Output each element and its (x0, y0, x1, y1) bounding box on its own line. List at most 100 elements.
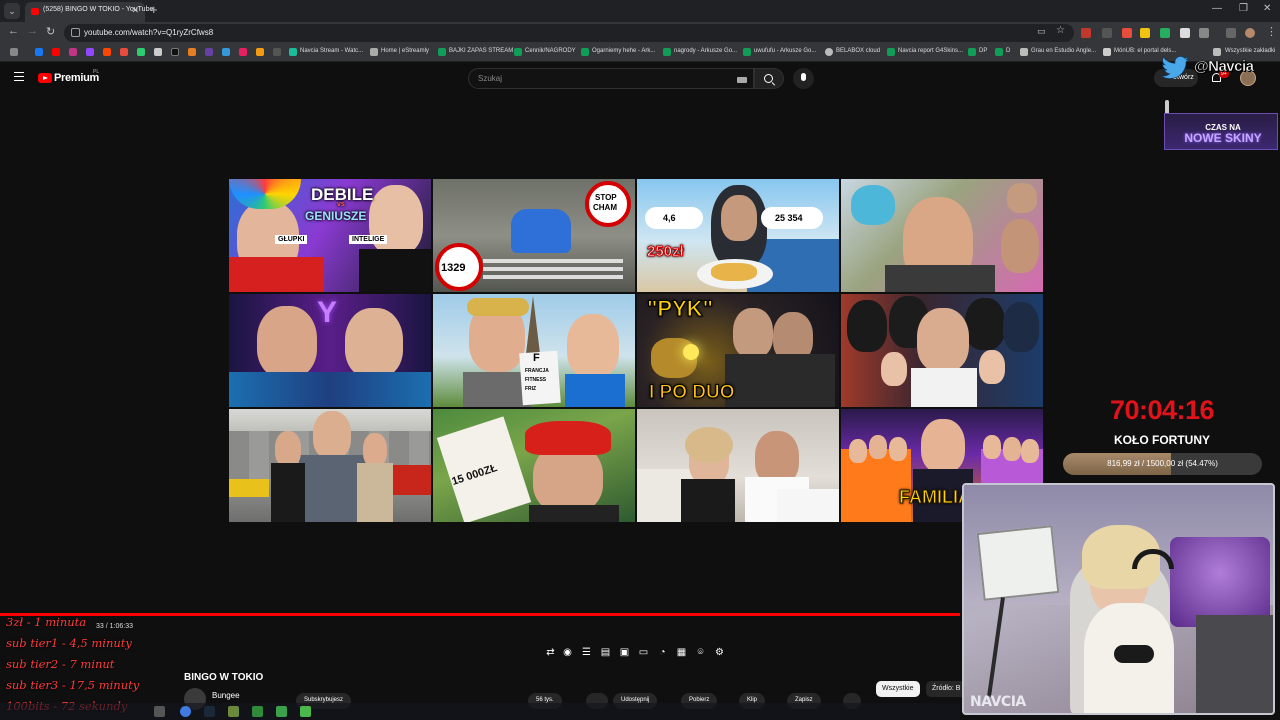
sheets-icon (581, 48, 589, 56)
apps-icon[interactable] (10, 48, 18, 56)
bookmark-link[interactable]: Grau en Estudio Angle... (1031, 48, 1096, 54)
bookmark-icon[interactable] (86, 48, 94, 56)
bookmark-icon[interactable] (120, 48, 128, 56)
bookmark-icon[interactable] (69, 48, 77, 56)
address-bar[interactable]: youtube.com/watch?v=Q1ryZrCfws8 ▭ ☆ (64, 24, 1074, 42)
bookmark-icon[interactable] (256, 48, 264, 56)
extension-icon[interactable] (1140, 28, 1150, 38)
bookmark-link[interactable]: Ogarniemy hehe - Ark... (592, 48, 655, 54)
video-thumbnail[interactable] (841, 294, 1043, 407)
keyboard-icon[interactable] (737, 77, 747, 83)
region-code: PL (93, 69, 100, 75)
sidebar-icon[interactable] (1226, 28, 1236, 38)
video-thumbnail[interactable]: 4,6 25 354 250zł (637, 179, 839, 292)
video-progress-bar[interactable] (0, 613, 960, 616)
tab-close-icon[interactable]: ✕ (131, 5, 139, 16)
cast-icon[interactable]: ▭ (1037, 26, 1046, 37)
video-thumbnail[interactable]: 15 000ZŁ (433, 409, 635, 522)
bookmark-link[interactable]: BAJKI ZAPAS STREAM (449, 48, 513, 54)
bookmark-link[interactable]: DP (979, 48, 987, 54)
bookmark-icon[interactable] (171, 48, 179, 56)
video-thumbnail[interactable]: F FRANCJA FITNESS FRIZ (433, 294, 635, 407)
close-window-icon[interactable]: ✕ (1263, 3, 1271, 14)
bookmark-link[interactable]: Cennik/NAGRODY (525, 48, 576, 54)
search-placeholder: Szukaj (478, 74, 503, 83)
settings-gear-icon[interactable]: ⚙ (713, 647, 726, 659)
back-icon[interactable]: ← (8, 25, 19, 37)
bookmark-link[interactable]: Navcia Stream - Watc... (300, 48, 363, 54)
bookmark-link[interactable]: Home | eStreamly (381, 48, 429, 54)
channel-name[interactable]: Bungee (212, 691, 240, 700)
extension-icon[interactable] (1160, 28, 1170, 38)
bookmark-star-icon[interactable]: ☆ (1056, 25, 1065, 36)
minimize-icon[interactable]: — (1212, 3, 1222, 14)
taskbar-app-icon[interactable] (300, 706, 311, 717)
extension-icon[interactable] (1081, 28, 1091, 38)
video-thumbnail[interactable]: "PYK" I PO DUO (637, 294, 839, 407)
forward-icon[interactable]: → (27, 25, 38, 37)
camera-icon[interactable]: ⌾ (694, 647, 707, 659)
bookmark-icon[interactable] (52, 48, 60, 56)
voice-search-icon[interactable] (793, 68, 814, 89)
search-input[interactable]: Szukaj (468, 68, 754, 89)
bookmark-link[interactable]: uwufufu - Arkusze Go... (754, 48, 816, 54)
site-info-icon[interactable] (71, 28, 80, 37)
taskbar-app-icon[interactable] (228, 706, 239, 717)
video-thumbnail[interactable]: DEBILE vs GENIUSZE GŁUPKI INTELIGE (229, 179, 431, 292)
extension-icon[interactable] (1102, 28, 1112, 38)
bookmark-icon[interactable] (205, 48, 213, 56)
bookmark-icon[interactable] (289, 48, 297, 56)
maximize-icon[interactable]: ❐ (1239, 3, 1248, 14)
bookmark-link[interactable]: MónUB: el portal dels... (1114, 48, 1176, 54)
loop-icon[interactable]: ⇄ (544, 647, 557, 659)
bookmark-icon[interactable] (154, 48, 162, 56)
bookmark-icon[interactable] (273, 48, 281, 56)
extension-icon[interactable] (1122, 28, 1132, 38)
sheets-icon (887, 48, 895, 56)
theater-mode-icon[interactable]: ▭ (637, 647, 650, 659)
rule-line: sub tier3 - 17,5 minuty (6, 678, 140, 692)
bookmark-icon[interactable] (222, 48, 230, 56)
bookmark-icon[interactable] (35, 48, 43, 56)
screenshot-icon[interactable]: ▦ (675, 647, 688, 659)
search-button[interactable] (754, 68, 784, 89)
extensions-puzzle-icon[interactable] (1199, 28, 1209, 38)
taskbar-app-icon[interactable] (252, 706, 263, 717)
taskbar-app-icon[interactable] (276, 706, 287, 717)
chrome-menu-icon[interactable]: ⋮ (1266, 25, 1277, 38)
playlist-icon[interactable]: ☰ (580, 647, 593, 659)
new-tab-icon[interactable]: + (150, 2, 158, 17)
all-bookmarks-link[interactable]: Wszystkie zakładki (1225, 48, 1275, 54)
bookmark-link[interactable]: D (1006, 48, 1010, 54)
chip-all[interactable]: Wszystkie (876, 681, 920, 697)
bookmark-link[interactable]: BELABOX cloud (836, 48, 880, 54)
youtube-masthead: Premium PL Szukaj Utwórz 9+ (0, 62, 1280, 94)
address-url: youtube.com/watch?v=Q1ryZrCfws8 (84, 28, 214, 37)
browser-tab[interactable]: (5258) BINGO W TOKIO - YouTube ✕ (25, 2, 153, 22)
picture-in-picture-icon[interactable]: ▣ (618, 647, 631, 659)
bookmark-link[interactable]: Navcia report G4Skins... (898, 48, 963, 54)
profile-avatar-icon[interactable] (1245, 28, 1255, 38)
audio-icon[interactable]: ◉ (561, 647, 574, 659)
video-thumbnail[interactable] (637, 409, 839, 522)
taskbar-app-icon[interactable] (154, 706, 165, 717)
video-thumbnail[interactable]: STOP CHAM 1329 (433, 179, 635, 292)
bookmark-icon[interactable] (188, 48, 196, 56)
speed-icon[interactable]: ◔ (656, 647, 669, 659)
guide-menu-icon[interactable] (14, 72, 24, 81)
bookmark-icon[interactable] (103, 48, 111, 56)
bookmark-icon[interactable] (239, 48, 247, 56)
extension-icon[interactable] (1180, 28, 1190, 38)
bookmark-icon (1103, 48, 1111, 56)
video-thumbnail[interactable]: Y (229, 294, 431, 407)
taskbar-app-icon[interactable] (180, 706, 191, 717)
video-thumbnail[interactable] (229, 409, 431, 522)
video-thumbnail[interactable] (841, 179, 1043, 292)
tab-search-icon[interactable]: ⌄ (4, 3, 20, 19)
reload-icon[interactable]: ↻ (46, 25, 55, 38)
bookmark-link[interactable]: nagrody - Arkusze Go... (674, 48, 737, 54)
bookmark-icon[interactable] (137, 48, 145, 56)
taskbar-app-icon[interactable] (204, 706, 215, 717)
cinema-icon[interactable]: ▤ (599, 647, 612, 659)
chip-source[interactable]: Źródło: B (926, 681, 967, 697)
